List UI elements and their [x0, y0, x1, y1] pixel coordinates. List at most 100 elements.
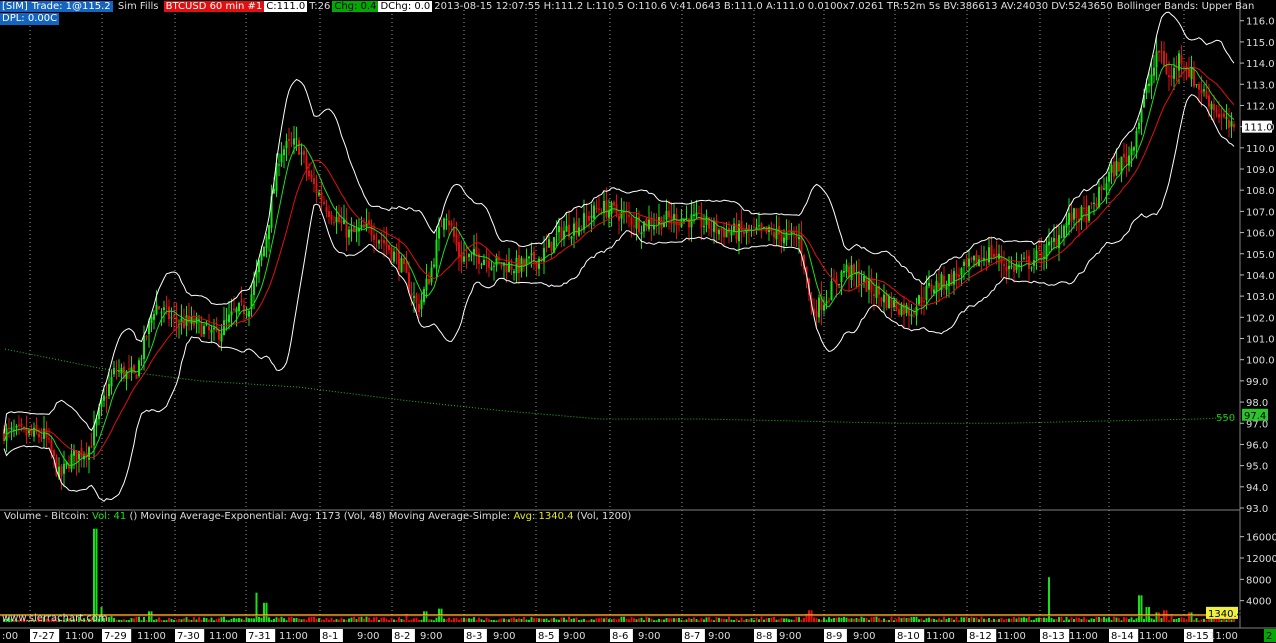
volume-bar: [145, 620, 148, 622]
volume-bar: [545, 618, 548, 622]
volume-bar: [768, 618, 770, 622]
date-marker-label: 8-7: [684, 631, 700, 642]
volume-bar: [1158, 612, 1160, 622]
volume-bar: [643, 620, 645, 622]
candle-up: [228, 314, 230, 323]
candle-up: [1060, 237, 1063, 239]
date-marker-label: 8-15: [1186, 631, 1209, 642]
candle-down: [145, 335, 148, 338]
volume-bar: [1038, 617, 1040, 622]
price-tick-label: 105.0: [1246, 250, 1275, 261]
volume-bar: [368, 617, 370, 622]
candle-down: [853, 264, 855, 274]
volume-bar: [823, 617, 825, 622]
volume-bar: [303, 618, 305, 622]
volume-bar: [955, 617, 958, 622]
candle-up: [893, 300, 895, 308]
candle-down: [990, 245, 993, 257]
volume-bar: [173, 619, 175, 622]
volume-bar: [610, 619, 613, 622]
volume-bar: [973, 617, 975, 622]
candle-up: [1138, 122, 1140, 129]
volume-bar: [758, 619, 760, 622]
candle-down: [455, 234, 458, 246]
volume-bar: [1033, 619, 1035, 622]
symbol-label[interactable]: BTCUSD 60 min #1: [163, 1, 265, 12]
candle-up: [988, 247, 990, 263]
volume-bar: [525, 619, 528, 622]
volume-bar: [380, 617, 383, 622]
volume-bar: [578, 619, 580, 622]
volume-header: Volume - Bitcoin: Vol: 41 () Moving Aver…: [4, 511, 631, 523]
candle-up: [245, 313, 248, 316]
volume-bar: [905, 617, 908, 622]
volume-bar: [300, 619, 303, 622]
volume-bar: [638, 618, 640, 622]
candle-up: [840, 271, 843, 282]
volume-bar: [518, 618, 520, 622]
candle-up: [110, 377, 113, 387]
volume-bar: [203, 617, 205, 622]
price-chart[interactable]: 93.094.095.096.097.098.099.0100.0101.010…: [0, 0, 1276, 643]
volume-bar: [693, 617, 695, 622]
corner-label: 2: [1266, 631, 1272, 642]
candle-up: [493, 265, 495, 267]
candle-down: [428, 278, 430, 285]
candle-up: [968, 258, 970, 267]
candle-down: [1218, 113, 1220, 118]
volume-bar: [598, 618, 600, 622]
volume-bar: [923, 620, 925, 622]
volume-bar: [330, 617, 333, 622]
trade-position[interactable]: Trade: 1@115.2: [29, 1, 113, 12]
volume-bar: [505, 619, 508, 622]
volume-bar: [620, 616, 623, 622]
candle-up: [513, 271, 515, 274]
volume-bar: [123, 619, 125, 622]
candle-down: [923, 300, 925, 302]
price-tick-label: 115.0: [1246, 38, 1275, 49]
volume-bar: [355, 619, 358, 622]
candle-up: [278, 164, 280, 166]
candle-up: [490, 267, 493, 271]
candle-up: [953, 271, 955, 285]
candle-down: [628, 214, 630, 217]
candle-up: [875, 286, 878, 298]
volume-bar: [910, 617, 913, 622]
volume-bar: [465, 618, 468, 622]
time-axis-label: 9:00: [708, 631, 730, 642]
candle-down: [740, 221, 743, 231]
volume-bar: [725, 619, 728, 622]
candle-down: [938, 282, 940, 289]
volume-tick-label: 12000: [1246, 554, 1276, 565]
sim-fills-label: Sim Fills: [117, 1, 159, 12]
candle-up: [910, 314, 913, 317]
date-marker-label: 8-6: [612, 631, 628, 642]
candle-down: [698, 213, 700, 215]
volume-bar: [170, 618, 173, 622]
volume-bar: [1040, 618, 1043, 622]
volume-bar: [510, 617, 513, 622]
volume-bar: [658, 618, 660, 622]
price-tick-label: 104.0: [1246, 271, 1275, 282]
price-tick-label: 93.0: [1246, 504, 1268, 515]
candle-up: [70, 454, 73, 469]
volume-bar: [140, 620, 143, 622]
candle-up: [548, 239, 550, 248]
volume-bar: [130, 618, 133, 622]
volume-bar: [320, 619, 323, 622]
volume-bar: [423, 611, 425, 622]
candle-up: [665, 210, 668, 220]
volume-bar: [833, 617, 835, 622]
volume-bar: [980, 616, 983, 622]
candle-down: [898, 309, 900, 315]
sim-badge[interactable]: [SIM]: [0, 1, 30, 12]
volume-bar: [873, 616, 875, 622]
volume-bar: [270, 619, 273, 622]
volume-bar: [645, 616, 648, 622]
candle-up: [348, 229, 350, 238]
price-tick-label: 103.0: [1246, 292, 1275, 303]
volume-bar: [795, 617, 798, 622]
volume-bar: [133, 618, 135, 622]
candle-down: [290, 142, 293, 144]
candle-down: [315, 183, 318, 194]
